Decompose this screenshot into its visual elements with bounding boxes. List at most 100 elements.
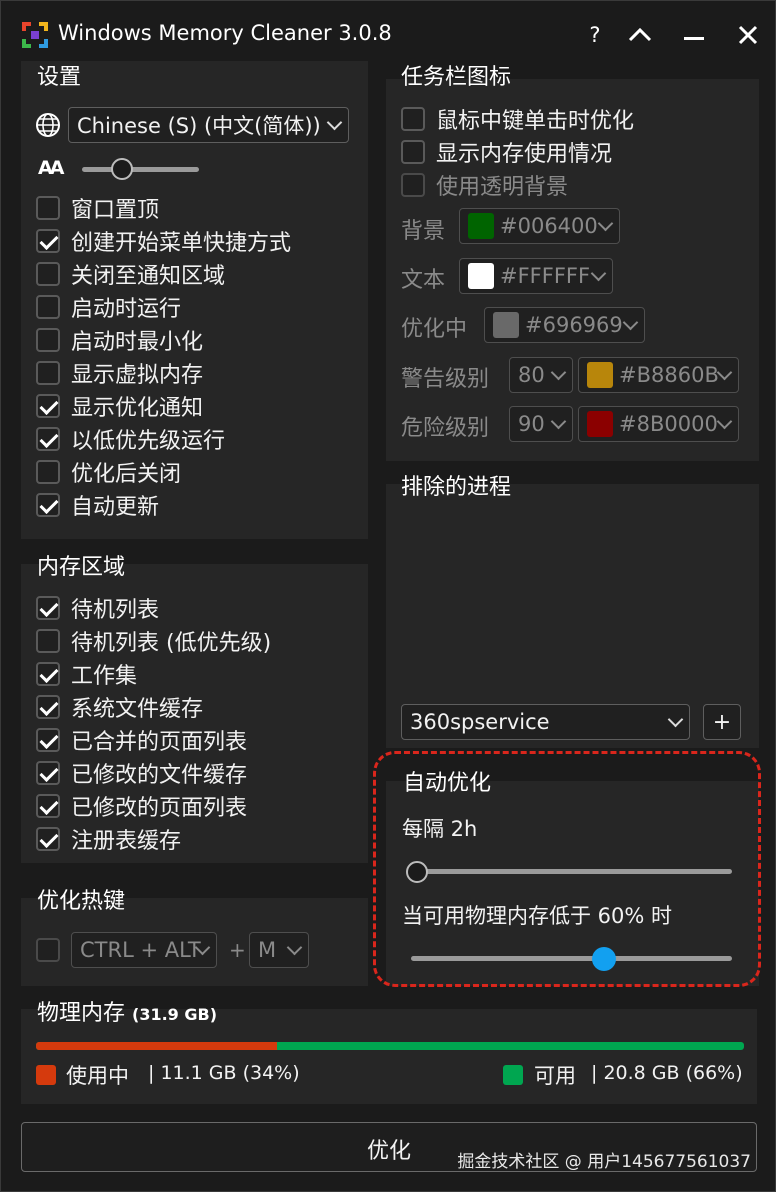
checkbox-row[interactable]: 待机列表 (低优先级) [36, 626, 271, 656]
close-icon [738, 25, 758, 45]
checkbox-row[interactable]: 启动时最小化 [36, 325, 203, 355]
checkbox[interactable] [36, 761, 60, 785]
close-button[interactable] [728, 17, 768, 53]
checkbox[interactable] [36, 427, 60, 451]
checkbox-row[interactable]: 使用透明背景 [401, 170, 568, 200]
checkbox[interactable] [36, 361, 60, 385]
process-select[interactable]: 360spservice [401, 704, 690, 740]
checkbox-row[interactable]: 注册表缓存 [36, 824, 181, 854]
checkbox[interactable] [36, 460, 60, 484]
used-legend-value: | 11.1 GB (34%) [148, 1062, 300, 1084]
checkbox[interactable] [36, 662, 60, 686]
language-select[interactable]: Chinese (S) (中文(简体)) [68, 107, 349, 143]
hotkey-plus: + [229, 938, 246, 962]
hotkey-modifier-select[interactable]: CTRL + ALT [71, 932, 217, 968]
checkbox-label: 注册表缓存 [71, 829, 182, 854]
minimize-icon [684, 37, 704, 40]
add-process-button[interactable]: + [703, 704, 741, 740]
font-size-slider[interactable] [82, 167, 199, 172]
chevron-up-icon [628, 27, 652, 42]
chevron-down-icon [597, 215, 614, 232]
chevron-down-icon [716, 364, 733, 381]
tray-warning-color-select[interactable]: #B8860B [578, 357, 739, 393]
tray-title: 任务栏图标 [401, 65, 512, 90]
settings-title: 设置 [37, 65, 82, 90]
checkbox[interactable] [36, 728, 60, 752]
font-size-slider-thumb[interactable] [111, 158, 133, 180]
checkbox[interactable] [36, 596, 60, 620]
free-legend-value: | 20.8 GB (66%) [591, 1062, 743, 1084]
checkbox[interactable] [36, 629, 60, 653]
checkbox-row[interactable]: 以低优先级运行 [36, 424, 225, 454]
physical-memory-label: 物理内存 [37, 1001, 126, 1026]
checkbox[interactable] [36, 827, 60, 851]
checkbox-row[interactable]: 鼠标中键单击时优化 [401, 104, 634, 134]
checkbox-label: 系统文件缓存 [71, 697, 204, 722]
checkbox-row[interactable]: 显示内存使用情况 [401, 137, 612, 167]
checkbox-label: 显示优化通知 [71, 396, 204, 421]
chevron-down-icon [716, 413, 733, 430]
tray-text-color-select[interactable]: #FFFFFF [459, 258, 613, 294]
checkbox-row[interactable]: 显示优化通知 [36, 391, 203, 421]
checkbox-row[interactable]: 已修改的文件缓存 [36, 758, 247, 788]
checkbox[interactable] [401, 107, 425, 131]
memory-used-fill [36, 1042, 277, 1050]
used-legend-swatch [36, 1065, 56, 1085]
tray-optimizing-color-select[interactable]: #696969 [484, 307, 645, 343]
checkbox[interactable] [36, 328, 60, 352]
font-size-icon: AA [38, 157, 64, 179]
tray-danger-color-value: #8B0000 [619, 412, 718, 436]
checkbox[interactable] [36, 295, 60, 319]
help-button[interactable]: ? [575, 17, 615, 53]
checkbox[interactable] [36, 262, 60, 286]
checkbox-row[interactable]: 待机列表 [36, 593, 159, 623]
checkbox-label: 使用透明背景 [436, 175, 569, 200]
tray-warning-level-value: 80 [518, 363, 545, 387]
checkbox-row[interactable]: 工作集 [36, 659, 137, 689]
checkbox[interactable] [401, 173, 425, 197]
physical-memory-title: 物理内存 (31.9 GB) [37, 995, 217, 1027]
tray-warning-color-value: #B8860B [619, 363, 719, 387]
chevron-down-icon [622, 314, 639, 331]
hotkey-enable-checkbox[interactable] [36, 938, 60, 962]
checkbox-label: 窗口置顶 [71, 198, 160, 223]
warning-color-swatch [587, 362, 613, 388]
checkbox[interactable] [36, 493, 60, 517]
checkbox-row[interactable]: 系统文件缓存 [36, 692, 203, 722]
chevron-down-icon [326, 114, 343, 131]
checkbox[interactable] [36, 695, 60, 719]
checkbox[interactable] [36, 394, 60, 418]
checkbox[interactable] [36, 229, 60, 253]
tray-background-label: 背景 [401, 219, 446, 244]
checkbox-row[interactable]: 已合并的页面列表 [36, 725, 247, 755]
checkbox[interactable] [401, 140, 425, 164]
tray-danger-level-select[interactable]: 90 [509, 406, 573, 442]
language-value: Chinese (S) (中文(简体)) [77, 114, 321, 138]
checkbox-row[interactable]: 启动时运行 [36, 292, 181, 322]
checkbox-row[interactable]: 已修改的页面列表 [36, 791, 247, 821]
collapse-button[interactable] [620, 17, 660, 53]
checkbox-label: 待机列表 [71, 598, 160, 623]
checkbox-label: 已修改的文件缓存 [71, 763, 248, 788]
tray-background-color-select[interactable]: #006400 [459, 208, 620, 244]
tray-danger-level-value: 90 [518, 412, 545, 436]
checkbox-label: 以低优先级运行 [71, 429, 226, 454]
checkbox-row[interactable]: 自动更新 [36, 490, 159, 520]
minimize-button[interactable] [674, 17, 714, 53]
checkbox-label: 待机列表 (低优先级) [71, 631, 272, 656]
chevron-down-icon [550, 364, 567, 381]
checkbox-row[interactable]: 优化后关闭 [36, 457, 181, 487]
text-color-swatch [468, 263, 494, 289]
checkbox-label: 鼠标中键单击时优化 [436, 109, 635, 134]
app-logo-icon [22, 22, 48, 48]
checkbox[interactable] [36, 196, 60, 220]
checkbox[interactable] [36, 794, 60, 818]
checkbox-row[interactable]: 窗口置顶 [36, 193, 159, 223]
checkbox-row[interactable]: 创建开始菜单快捷方式 [36, 226, 291, 256]
tray-warning-level-select[interactable]: 80 [509, 357, 573, 393]
tray-danger-color-select[interactable]: #8B0000 [578, 406, 739, 442]
checkbox-row[interactable]: 显示虚拟内存 [36, 358, 203, 388]
checkbox-label: 显示虚拟内存 [71, 363, 204, 388]
hotkey-key-select[interactable]: M [249, 932, 309, 968]
checkbox-row[interactable]: 关闭至通知区域 [36, 259, 225, 289]
